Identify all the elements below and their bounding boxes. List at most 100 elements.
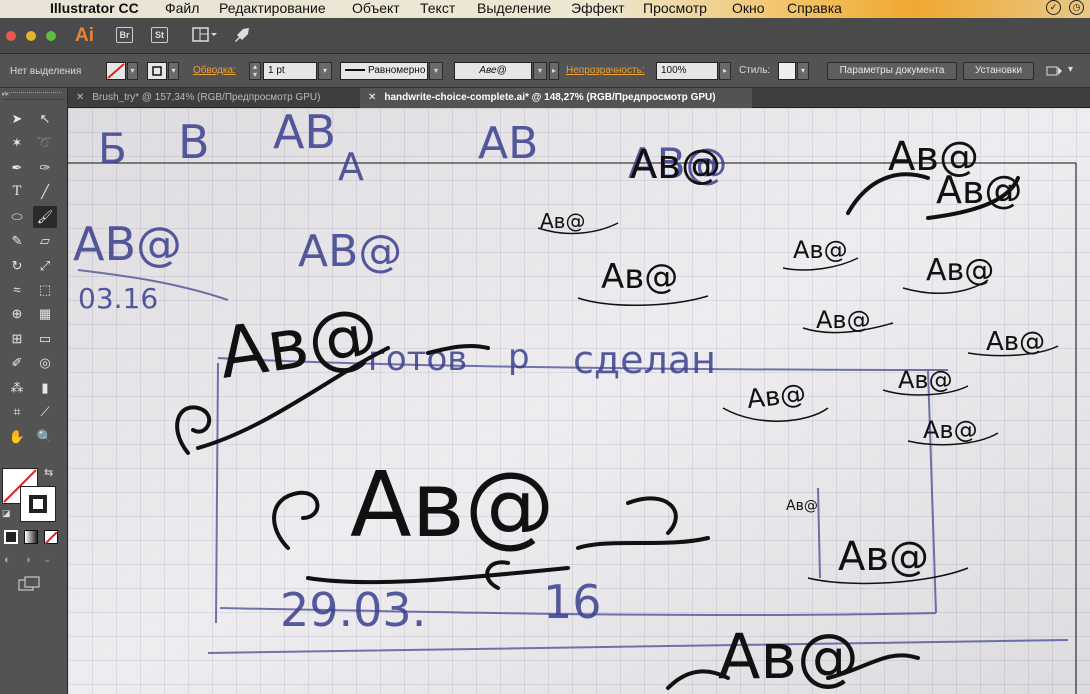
draw-normal-icon[interactable]: ◐ bbox=[4, 554, 11, 566]
menu-view[interactable]: Просмотр bbox=[643, 0, 707, 16]
menu-effect[interactable]: Эффект bbox=[571, 0, 625, 16]
opacity-label-link[interactable]: Непрозрачность: bbox=[566, 65, 645, 76]
blend-tool-icon[interactable]: ◎ bbox=[33, 352, 57, 374]
artboard-tool-icon[interactable]: ⌗ bbox=[5, 401, 29, 423]
gradient-mode-icon[interactable] bbox=[24, 530, 38, 544]
selection-status: Нет выделения bbox=[10, 66, 82, 77]
type-tool-icon[interactable]: T bbox=[5, 181, 29, 203]
ink-lettering: Ав@ bbox=[816, 306, 871, 334]
ink-lettering: Ав@ bbox=[718, 620, 859, 693]
menu-object[interactable]: Объект bbox=[352, 0, 400, 16]
app-name-menu[interactable]: Illustrator CC bbox=[50, 0, 139, 16]
arrange-panels-icon[interactable] bbox=[1045, 63, 1063, 82]
control-bar-menu-icon[interactable]: ▾ bbox=[1068, 64, 1073, 75]
tab-handwrite-choice[interactable]: ✕ handwrite-choice-complete.ai* @ 148,27%… bbox=[360, 88, 752, 108]
eraser-tool-icon[interactable]: ▱ bbox=[33, 230, 57, 252]
free-transform-tool-icon[interactable]: ⬚ bbox=[33, 279, 57, 301]
hand-tool-icon[interactable]: ✋ bbox=[5, 426, 29, 448]
eyedropper-tool-icon[interactable]: ✐ bbox=[5, 352, 29, 374]
blob-brush-tool-icon[interactable]: ✎ bbox=[5, 230, 29, 252]
gradient-tool-icon[interactable]: ▭ bbox=[33, 328, 57, 350]
brush-dropdown-icon[interactable]: ▾ bbox=[533, 62, 547, 80]
status-icons: ✓ ◷ bbox=[1046, 0, 1084, 15]
menu-type[interactable]: Текст bbox=[420, 0, 455, 16]
stroke-color-box[interactable] bbox=[20, 486, 56, 522]
menu-help[interactable]: Справка bbox=[787, 0, 842, 16]
pen-sketch-text: 16 bbox=[543, 575, 602, 629]
selection-tool-icon[interactable]: ➤ bbox=[5, 108, 29, 130]
stroke-weight-field[interactable]: 1 pt bbox=[263, 62, 317, 80]
stroke-dropdown-arrow-icon[interactable]: ▾ bbox=[168, 62, 179, 80]
default-fill-stroke-icon[interactable]: ◪ bbox=[2, 508, 11, 519]
pen-sketch-text: Б bbox=[98, 124, 127, 173]
control-bar: Нет выделения ▾ ▾ Обводка: ▴ ▾ 1 pt ▾ Рав… bbox=[0, 54, 1090, 88]
ink-lettering: Ав@ bbox=[540, 209, 585, 233]
panel-grip[interactable] bbox=[4, 92, 62, 95]
preferences-button[interactable]: Установки bbox=[963, 62, 1034, 80]
direct-selection-tool-icon[interactable]: ↖ bbox=[33, 108, 57, 130]
minimize-window-button[interactable] bbox=[26, 31, 36, 41]
ink-lettering: Ав@ bbox=[898, 366, 953, 394]
opacity-slider-arrow-icon[interactable]: ▸ bbox=[719, 62, 731, 80]
opacity-field[interactable]: 100% bbox=[656, 62, 718, 80]
paintbrush-tool-icon[interactable]: 🖌 bbox=[33, 206, 57, 228]
draw-inside-icon[interactable]: ◒ bbox=[44, 554, 51, 566]
scale-tool-icon[interactable]: ⤢ bbox=[33, 255, 57, 277]
width-tool-icon[interactable]: ≈ bbox=[5, 279, 29, 301]
none-mode-icon[interactable] bbox=[44, 530, 58, 545]
stroke-profile-dropdown-icon[interactable]: ▾ bbox=[429, 62, 443, 80]
stock-button[interactable]: St bbox=[151, 27, 168, 43]
pen-tool-icon[interactable]: ✒ bbox=[5, 157, 29, 179]
brush-options-arrow-icon[interactable]: ▸ bbox=[549, 62, 559, 80]
shape-builder-tool-icon[interactable]: ⊕ bbox=[5, 303, 29, 325]
gpu-performance-rocket-icon[interactable] bbox=[233, 27, 251, 48]
swap-fill-stroke-icon[interactable]: ⇆ bbox=[44, 466, 53, 479]
collapse-panel-icon[interactable]: ▸▸ bbox=[2, 90, 9, 98]
close-tab-icon[interactable]: ✕ bbox=[76, 92, 84, 103]
lasso-tool-icon[interactable]: ➰ bbox=[33, 132, 57, 154]
zoom-window-button[interactable] bbox=[46, 31, 56, 41]
tab-brush-try[interactable]: ✕ Brush_try* @ 157,34% (RGB/Предпросмотр … bbox=[68, 88, 360, 108]
draw-behind-icon[interactable]: ◑ bbox=[24, 554, 31, 566]
stroke-color-swatch[interactable] bbox=[147, 62, 167, 80]
rotate-tool-icon[interactable]: ↻ bbox=[5, 255, 29, 277]
time-machine-icon[interactable]: ◷ bbox=[1069, 0, 1084, 15]
menu-file[interactable]: Файл bbox=[165, 0, 199, 16]
ink-lettering: Ав@ bbox=[350, 453, 555, 558]
ink-lettering: Ав@ bbox=[986, 327, 1045, 357]
curvature-tool-icon[interactable]: ✑ bbox=[33, 157, 57, 179]
fill-color-swatch[interactable] bbox=[106, 62, 126, 80]
color-mode-icon[interactable] bbox=[4, 530, 18, 544]
column-graph-tool-icon[interactable]: ▮ bbox=[33, 377, 57, 399]
slice-tool-icon[interactable]: ⟋ bbox=[33, 401, 57, 423]
menu-edit[interactable]: Редактирование bbox=[219, 0, 326, 16]
graphic-style-swatch[interactable] bbox=[778, 62, 796, 80]
sync-icon[interactable]: ✓ bbox=[1046, 0, 1061, 15]
symbol-sprayer-tool-icon[interactable]: ⁂ bbox=[5, 377, 29, 399]
stroke-profile-select[interactable]: Равномерно bbox=[340, 62, 428, 80]
document-setup-button[interactable]: Параметры документа bbox=[827, 62, 957, 80]
close-tab-icon[interactable]: ✕ bbox=[368, 92, 376, 103]
pen-sketch-text: АВ bbox=[273, 108, 336, 159]
zoom-tool-icon[interactable]: 🔍 bbox=[33, 426, 57, 448]
stroke-weight-stepper[interactable]: ▴ ▾ bbox=[249, 62, 261, 80]
stroke-weight-dropdown-icon[interactable]: ▾ bbox=[318, 62, 332, 80]
graphic-style-dropdown-icon[interactable]: ▾ bbox=[797, 62, 809, 80]
magic-wand-tool-icon[interactable]: ✶ bbox=[5, 132, 29, 154]
mesh-tool-icon[interactable]: ⊞ bbox=[5, 328, 29, 350]
stroke-label-link[interactable]: Обводка: bbox=[193, 65, 236, 76]
perspective-grid-tool-icon[interactable]: ▦ bbox=[33, 303, 57, 325]
menu-select[interactable]: Выделение bbox=[477, 0, 551, 16]
change-screen-mode-icon[interactable] bbox=[18, 576, 42, 597]
menu-window[interactable]: Окно bbox=[732, 0, 765, 16]
ellipse-tool-icon[interactable]: ⬭ bbox=[5, 206, 29, 228]
arrange-documents-icon[interactable] bbox=[192, 27, 220, 48]
line-segment-tool-icon[interactable]: ╱ bbox=[33, 181, 57, 203]
close-window-button[interactable] bbox=[6, 31, 16, 41]
bridge-button[interactable]: Br bbox=[116, 27, 133, 43]
fill-dropdown-arrow-icon[interactable]: ▾ bbox=[127, 62, 138, 80]
brush-definition-select[interactable]: Аве@ bbox=[454, 62, 532, 80]
artboard-canvas[interactable]: Б В АВ А АВ АВ@ АВ@ 03.16 АВ@ готов р сд… bbox=[68, 108, 1090, 694]
line-profile-icon bbox=[345, 69, 365, 72]
pen-sketch-text: 29.03. bbox=[280, 583, 426, 637]
